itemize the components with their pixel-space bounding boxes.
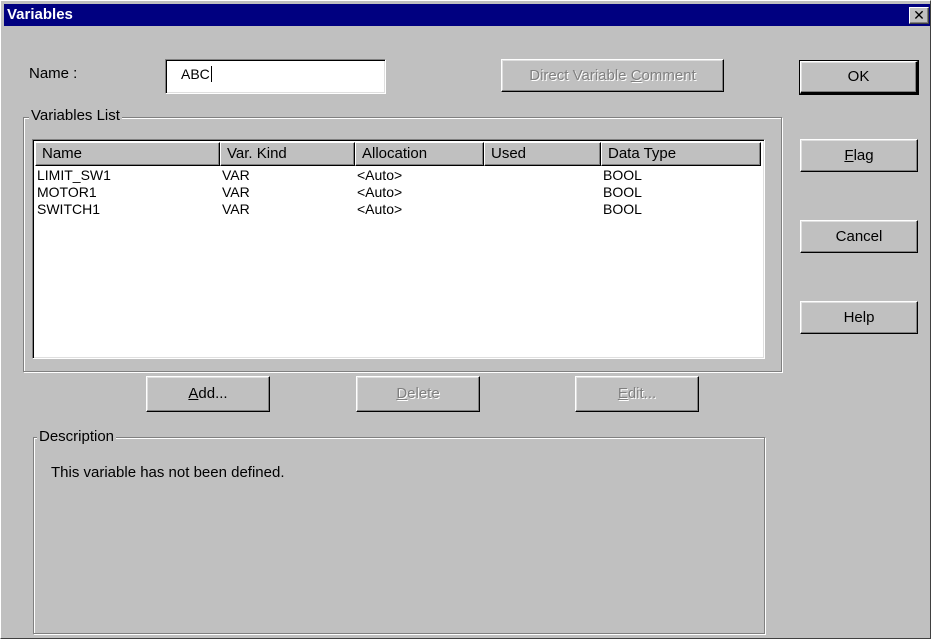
flag-mnemonic: F — [844, 147, 854, 164]
column-header-allocation[interactable]: Allocation — [355, 142, 484, 166]
table-row[interactable]: SWITCH1 VAR <Auto> BOOL — [35, 201, 762, 218]
direct-comment-label-post: omment — [641, 67, 696, 84]
variables-list-view[interactable]: Name Var. Kind Allocation Used Data Type… — [32, 139, 765, 359]
cell-used — [484, 184, 601, 201]
cell-data-type: BOOL — [603, 201, 642, 217]
cancel-label: Cancel — [835, 228, 883, 245]
list-header: Name Var. Kind Allocation Used Data Type — [35, 142, 762, 166]
ok-button[interactable]: OK — [799, 60, 919, 95]
edit-label: dit... — [627, 385, 657, 402]
direct-comment-mnemonic: C — [630, 67, 642, 84]
add-mnemonic: A — [188, 385, 199, 402]
text-cursor — [210, 66, 212, 82]
name-input[interactable]: ABC — [165, 59, 386, 94]
table-row[interactable]: MOTOR1 VAR <Auto> BOOL — [35, 184, 762, 201]
title-bar[interactable]: Variables ✕ — [4, 4, 930, 26]
name-label: Name : — [29, 65, 78, 82]
column-header-var-kind[interactable]: Var. Kind — [220, 142, 355, 166]
cell-data-type: BOOL — [603, 184, 642, 200]
cell-var-kind: VAR — [222, 201, 250, 217]
close-icon: ✕ — [913, 7, 925, 23]
column-header-name[interactable]: Name — [35, 142, 220, 166]
description-legend: Description — [37, 428, 117, 445]
help-label: Help — [843, 309, 875, 326]
cell-data-type: BOOL — [603, 167, 642, 183]
close-button[interactable]: ✕ — [909, 7, 929, 24]
ok-label: OK — [847, 68, 870, 85]
cell-var-kind: VAR — [222, 167, 250, 183]
cell-used — [484, 167, 601, 184]
cell-allocation: <Auto> — [357, 201, 403, 217]
add-label: dd... — [198, 385, 228, 402]
cancel-button[interactable]: Cancel — [800, 220, 918, 253]
delete-label: elete — [407, 385, 440, 402]
cell-used — [484, 201, 601, 218]
list-rows: LIMIT_SW1 VAR <Auto> BOOL MOTOR1 VAR <Au… — [35, 167, 762, 218]
add-button[interactable]: Add... — [146, 376, 270, 412]
edit-mnemonic: E — [617, 385, 628, 402]
cell-name: MOTOR1 — [37, 184, 97, 200]
column-header-used[interactable]: Used — [484, 142, 601, 166]
delete-mnemonic: D — [396, 385, 408, 402]
description-text: This variable has not been defined. — [51, 464, 285, 481]
delete-button[interactable]: Delete — [356, 376, 480, 412]
edit-button[interactable]: Edit... — [575, 376, 699, 412]
cell-name: SWITCH1 — [37, 201, 100, 217]
table-row[interactable]: LIMIT_SW1 VAR <Auto> BOOL — [35, 167, 762, 184]
cell-name: LIMIT_SW1 — [37, 167, 111, 183]
cell-var-kind: VAR — [222, 184, 250, 200]
column-header-data-type[interactable]: Data Type — [601, 142, 761, 166]
variables-dialog: Variables ✕ Name : ABC Direct Variable C… — [0, 0, 931, 639]
direct-variable-comment-button[interactable]: Direct Variable Comment — [501, 59, 724, 92]
cell-allocation: <Auto> — [357, 167, 403, 183]
window-title: Variables — [7, 6, 73, 23]
direct-comment-label-pre: Direct Variable — [529, 67, 631, 84]
flag-label: lag — [853, 147, 874, 164]
variables-list-legend: Variables List — [29, 107, 122, 124]
name-input-value: ABC — [181, 66, 210, 82]
flag-button[interactable]: Flag — [800, 139, 918, 172]
cell-allocation: <Auto> — [357, 184, 403, 200]
help-button[interactable]: Help — [800, 301, 918, 334]
